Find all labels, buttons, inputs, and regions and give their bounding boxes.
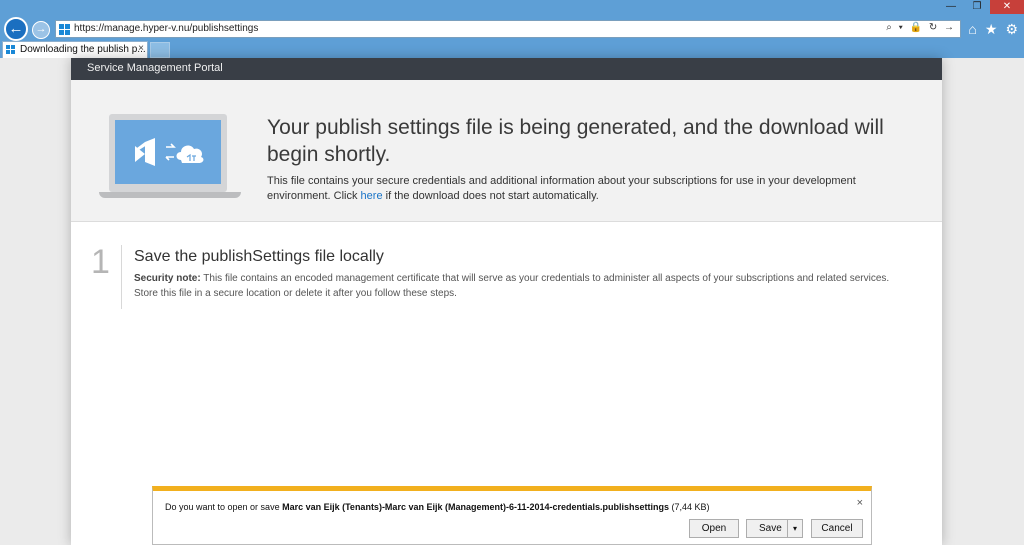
- cancel-button[interactable]: Cancel: [811, 519, 863, 538]
- download-prompt-text: Do you want to open or save: [165, 502, 283, 512]
- url-text[interactable]: https://manage.hyper-v.nu/publishsetting…: [74, 23, 258, 34]
- step-divider: [121, 245, 122, 309]
- download-notification-bar: Do you want to open or save Marc van Eij…: [152, 486, 872, 545]
- hero-section: Your publish settings file is being gene…: [71, 80, 942, 222]
- tab-title: Downloading the publish p...: [20, 44, 146, 55]
- hero-description: This file contains your secure credentia…: [267, 174, 907, 204]
- toolbar-icons: ⌂ ★ ⚙: [968, 20, 1018, 38]
- download-prompt: Do you want to open or save Marc van Eij…: [165, 502, 710, 512]
- window-controls: — ❐ ✕: [938, 0, 1024, 14]
- download-here-link[interactable]: here: [361, 190, 383, 202]
- download-filename: Marc van Eijk (Tenants)-Marc van Eijk (M…: [282, 502, 670, 512]
- home-icon[interactable]: ⌂: [968, 20, 976, 38]
- minimize-button[interactable]: —: [938, 0, 964, 14]
- download-size: (7,44 KB): [669, 502, 710, 512]
- portal-header: Service Management Portal: [71, 58, 942, 80]
- page-viewport: Service Management Portal Your publish s…: [0, 58, 1024, 545]
- tab-close-icon[interactable]: ×: [138, 43, 144, 54]
- favorites-icon[interactable]: ★: [985, 20, 998, 38]
- portal-page: Service Management Portal Your publish s…: [71, 58, 942, 545]
- address-bar[interactable]: https://manage.hyper-v.nu/publishsetting…: [55, 20, 961, 38]
- browser-tab[interactable]: Downloading the publish p... ×: [2, 41, 148, 58]
- step-number: 1: [91, 243, 110, 281]
- back-button[interactable]: ←: [4, 17, 28, 41]
- windows-logo-icon: [59, 24, 70, 35]
- new-tab-button[interactable]: [150, 42, 170, 58]
- laptop-illustration: [99, 114, 241, 202]
- hero-title: Your publish settings file is being gene…: [267, 116, 884, 166]
- security-note-text: This file contains an encoded management…: [134, 273, 890, 299]
- close-window-button[interactable]: ✕: [990, 0, 1024, 14]
- address-tools-icons[interactable]: ⌕ ▾ 🔒 ↻ →: [886, 22, 956, 33]
- restore-button[interactable]: ❐: [964, 0, 990, 14]
- vs-to-cloud-icon: [135, 138, 204, 166]
- open-button[interactable]: Open: [689, 519, 739, 538]
- settings-icon[interactable]: ⚙: [1005, 20, 1018, 38]
- windows-logo-icon: [6, 45, 16, 55]
- forward-button[interactable]: →: [32, 21, 50, 39]
- security-note-label: Security note:: [134, 273, 201, 284]
- security-note: Security note: This file contains an enc…: [134, 271, 894, 301]
- browser-chrome: ← → https://manage.hyper-v.nu/publishset…: [0, 0, 1024, 58]
- save-options-arrow[interactable]: ▾: [787, 519, 803, 538]
- step-title: Save the publishSettings file locally: [134, 248, 384, 265]
- portal-title: Service Management Portal: [87, 62, 223, 74]
- hero-desc-text-end: if the download does not start automatic…: [382, 190, 599, 202]
- download-close-icon[interactable]: ×: [857, 497, 863, 509]
- step-1: 1 Save the publishSettings file locally …: [71, 243, 942, 323]
